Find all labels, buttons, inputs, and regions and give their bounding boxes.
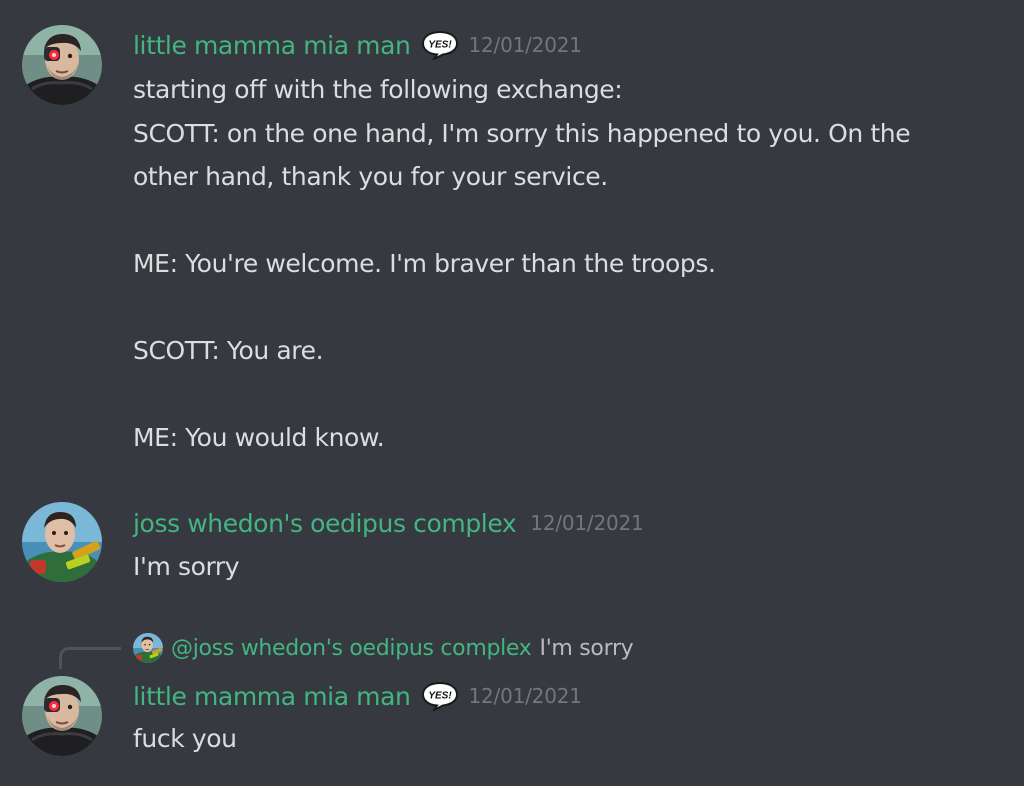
message-line <box>133 286 1003 330</box>
yes-speech-bubble-icon[interactable] <box>421 30 459 60</box>
message-line: ME: You're welcome. I'm braver than the … <box>133 249 716 278</box>
cyborg-man-avatar-icon <box>22 25 102 105</box>
message-line: starting off with the following exchange… <box>133 75 623 104</box>
reply-preview[interactable]: @joss whedon's oedipus complex I'm sorry <box>133 628 634 668</box>
message-line <box>133 199 1003 243</box>
message-line: SCOTT: on the one hand, I'm sorry this h… <box>133 118 911 148</box>
message-header: little mamma mia man 12/01/2021 <box>133 25 582 65</box>
username[interactable]: little mamma mia man <box>133 682 411 711</box>
timestamp[interactable]: 12/01/2021 <box>469 33 582 57</box>
message-line <box>133 373 1003 417</box>
message-line: ME: You would know. <box>133 423 385 452</box>
avatar[interactable] <box>22 676 102 756</box>
message-content: I'm sorry <box>133 545 1003 589</box>
man-with-weapon-avatar-icon <box>22 502 102 582</box>
message-line: I'm sorry <box>133 552 240 581</box>
man-with-weapon-avatar-icon <box>133 633 163 663</box>
message-line: other hand, thank you for your service. <box>133 162 608 191</box>
cyborg-man-avatar-icon <box>22 676 102 756</box>
yes-speech-bubble-icon[interactable] <box>421 681 459 711</box>
message-line: fuck you <box>133 724 237 753</box>
message-content: fuck you <box>133 717 1003 761</box>
reply-text[interactable]: I'm sorry <box>540 636 634 661</box>
username[interactable]: joss whedon's oedipus complex <box>133 509 517 538</box>
reply-mention[interactable]: @joss whedon's oedipus complex <box>171 636 532 661</box>
message-line: SCOTT: You are. <box>133 336 324 365</box>
timestamp[interactable]: 12/01/2021 <box>530 511 643 535</box>
username[interactable]: little mamma mia man <box>133 31 411 60</box>
avatar[interactable] <box>22 502 102 582</box>
avatar[interactable] <box>22 25 102 105</box>
message-header: joss whedon's oedipus complex 12/01/2021 <box>133 503 644 543</box>
timestamp[interactable]: 12/01/2021 <box>469 684 582 708</box>
reply-connector <box>59 647 121 669</box>
message-header: little mamma mia man 12/01/2021 <box>133 676 582 716</box>
reply-avatar <box>133 633 163 663</box>
message-content: starting off with the following exchange… <box>133 68 1003 460</box>
